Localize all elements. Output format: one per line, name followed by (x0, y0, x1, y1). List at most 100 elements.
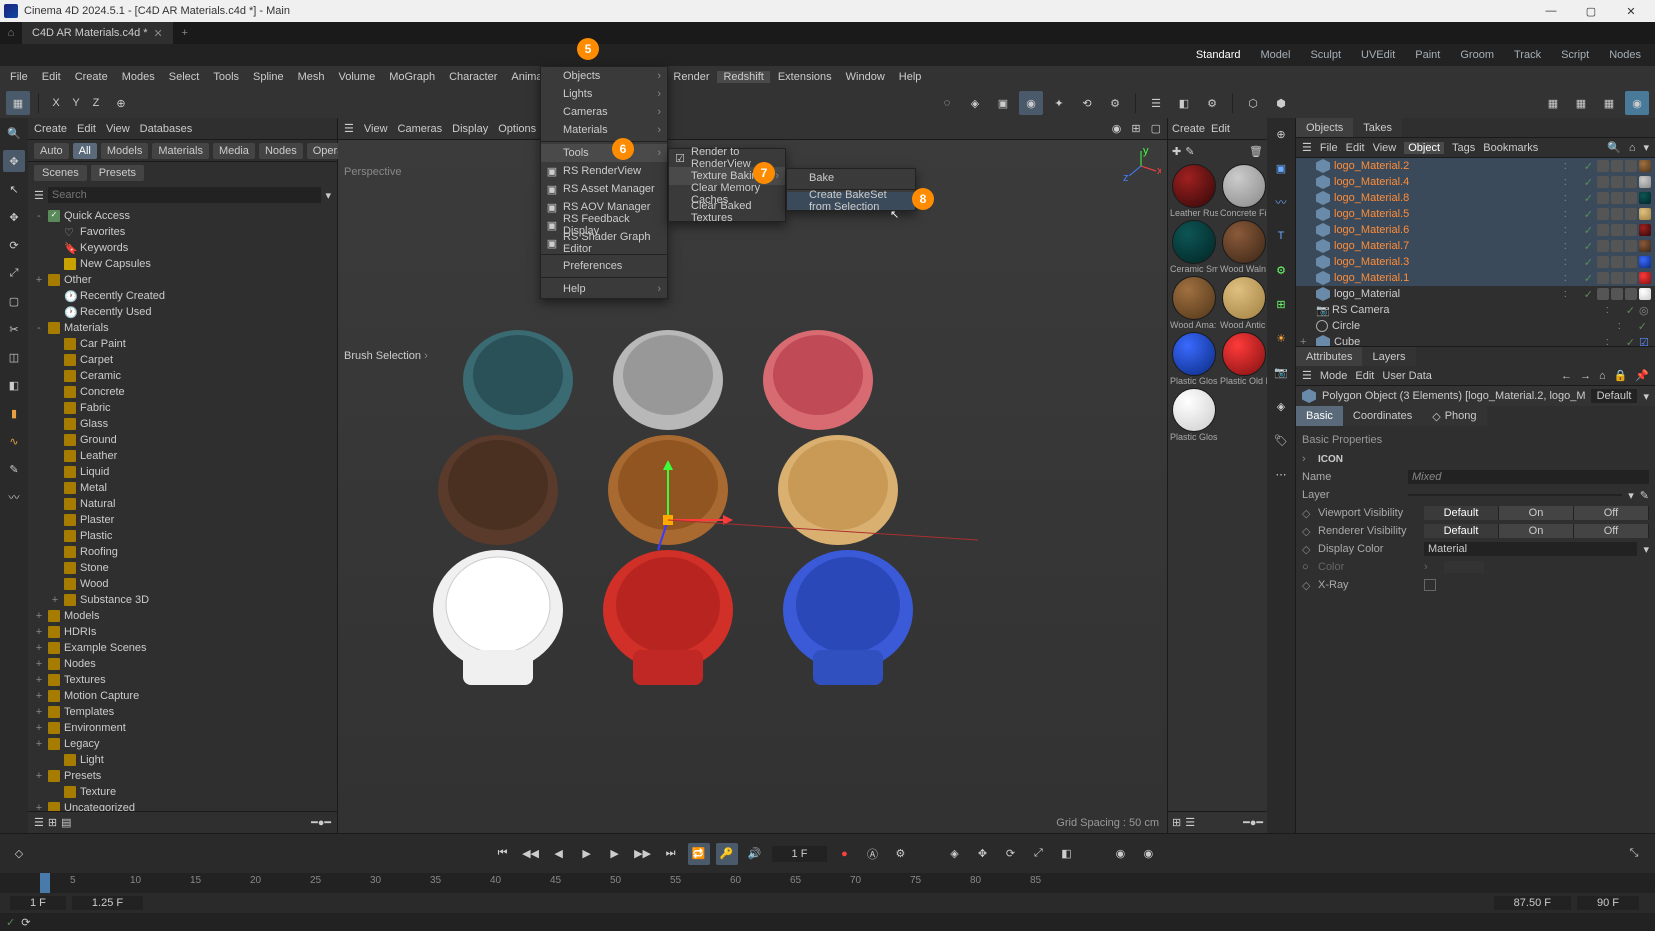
render-icon-2[interactable]: ▦ (1569, 91, 1593, 115)
menu-render[interactable]: Render (667, 71, 715, 83)
mat-del-icon[interactable]: 🗑 (1249, 145, 1263, 158)
end-frame-1[interactable]: 87.50 F (1494, 896, 1571, 910)
view-grid-icon[interactable]: ⊞ (48, 816, 57, 829)
redshift-dropdown[interactable]: Objects› Lights› Cameras› Materials› Too… (540, 66, 668, 299)
enable-check-icon[interactable]: ✓ (1584, 256, 1593, 269)
brush-icon[interactable]: ✎ (3, 458, 25, 480)
visibility-dots[interactable]: : (1564, 176, 1580, 188)
material-swatch[interactable]: Wood Ama: (1170, 276, 1218, 330)
om-search-icon[interactable]: 🔍 (1607, 141, 1621, 154)
enable-check-icon[interactable]: ✓ (1584, 160, 1593, 173)
om-menu-view[interactable]: View (1373, 142, 1397, 154)
texture-baking-submenu[interactable]: Bake Create BakeSet from Selection (786, 168, 916, 211)
expand-icon[interactable]: - (34, 210, 44, 222)
attr-color-swatch[interactable] (1444, 561, 1484, 573)
tag-icon[interactable] (1611, 224, 1623, 236)
bevel-icon[interactable]: ◧ (3, 374, 25, 396)
tag-icon[interactable] (1611, 272, 1623, 284)
object-row[interactable]: +Cube:✓☑ (1296, 334, 1655, 346)
filter1-icon[interactable]: ◈ (943, 843, 965, 865)
text-icon[interactable]: T (1269, 224, 1293, 248)
camera-target-icon[interactable]: ◎ (1639, 304, 1651, 316)
attr-menu-mode[interactable]: Mode (1320, 370, 1348, 382)
visibility-dots[interactable]: : (1564, 224, 1580, 236)
object-tags[interactable] (1597, 224, 1651, 236)
minimize-button[interactable]: — (1531, 0, 1571, 22)
asset-node-plaster[interactable]: Plaster (28, 512, 337, 528)
expand-icon[interactable]: ⤡ (1623, 843, 1645, 865)
filter-models[interactable]: Models (101, 143, 148, 159)
attr-dropdown-icon[interactable]: ▾ (1643, 390, 1649, 403)
object-tags[interactable]: ☑ (1639, 336, 1651, 346)
menu-tools[interactable]: Tools (207, 71, 245, 83)
filter4-icon[interactable]: ⤢ (1027, 843, 1049, 865)
field-icon[interactable]: ◈ (1269, 394, 1293, 418)
asset-tree[interactable]: -✓Quick Access♡Favorites🔖KeywordsNew Cap… (28, 206, 337, 811)
asset-node-car-paint[interactable]: Car Paint (28, 336, 337, 352)
tag-icon[interactable] (1597, 192, 1609, 204)
home-button[interactable]: ⌂ (0, 22, 22, 44)
expand-icon[interactable]: + (34, 642, 44, 654)
attr-pin-icon[interactable]: 📌 (1635, 369, 1649, 382)
visibility-dots[interactable]: : (1564, 160, 1580, 172)
object-row[interactable]: logo_Material.7:✓ (1296, 238, 1655, 254)
attr-menu-edit[interactable]: Edit (1355, 370, 1374, 382)
viewport-canvas[interactable]: Perspective Brush Selection › (338, 140, 1167, 833)
camera-icon[interactable]: 📷 (1269, 360, 1293, 384)
enable-check-icon[interactable]: ✓ (1626, 304, 1635, 317)
material-tag-icon[interactable] (1639, 192, 1651, 204)
curve-icon[interactable]: 〰 (3, 486, 25, 508)
keyframe-icon[interactable]: ◇ (10, 845, 28, 863)
filter3-icon[interactable]: ⟳ (999, 843, 1021, 865)
tool-icon-1[interactable]: ◌ (935, 91, 959, 115)
object-tags[interactable] (1597, 192, 1651, 204)
document-tab[interactable]: C4D AR Materials.c4d * ✕ (22, 22, 174, 44)
mat-view-icon2[interactable]: ☰ (1185, 816, 1195, 829)
tool-icon-9[interactable]: ◧ (1172, 91, 1196, 115)
attr-vv-seg[interactable]: DefaultOnOff (1424, 506, 1649, 520)
record-icon[interactable]: ● (833, 843, 855, 865)
asset-node-recently-created[interactable]: 🕐Recently Created (28, 288, 337, 304)
visibility-dots[interactable]: : (1564, 192, 1580, 204)
object-row[interactable]: logo_Material.8:✓ (1296, 190, 1655, 206)
tag-icon[interactable] (1625, 224, 1637, 236)
select-tool-icon[interactable]: ↖ (3, 178, 25, 200)
filter5-icon[interactable]: ◧ (1055, 843, 1077, 865)
cursor-tool-icon[interactable]: ▦ (6, 91, 30, 115)
material-grid[interactable]: Leather RusConcrete FiCeramic SmWood Wal… (1168, 162, 1267, 444)
tab-attributes[interactable]: Attributes (1296, 347, 1362, 366)
tag-icon[interactable] (1625, 240, 1637, 252)
material-tag-icon[interactable] (1639, 240, 1651, 252)
enable-check-icon[interactable]: ✓ (1584, 240, 1593, 253)
asset-node-texture[interactable]: Texture (28, 784, 337, 800)
asset-node-presets[interactable]: +Presets (28, 768, 337, 784)
menu-modes[interactable]: Modes (116, 71, 161, 83)
enable-check-icon[interactable]: ✓ (1584, 272, 1593, 285)
attr-name-value[interactable]: Mixed (1408, 470, 1649, 484)
attr-menu-icon[interactable]: ☰ (1302, 369, 1312, 382)
asset-node-light[interactable]: Light (28, 752, 337, 768)
tab-objects[interactable]: Objects (1296, 118, 1353, 137)
om-menu-icon[interactable]: ☰ (1302, 141, 1312, 154)
chip-presets[interactable]: Presets (91, 165, 144, 181)
expand-icon[interactable]: + (34, 274, 44, 286)
asset-menu-edit[interactable]: Edit (77, 123, 96, 135)
attr-layer-edit-icon[interactable]: ✎ (1640, 489, 1649, 502)
object-tags[interactable]: ◎ (1639, 304, 1651, 316)
object-list[interactable]: logo_Material.2:✓logo_Material.4:✓logo_M… (1296, 158, 1655, 346)
axis-x[interactable]: X (47, 97, 65, 109)
vp-menu-cameras[interactable]: Cameras (398, 123, 443, 135)
prev-frame-icon[interactable]: ◀ (548, 843, 570, 865)
range-frame[interactable]: 1.25 F (72, 896, 143, 910)
vp-menu-view[interactable]: View (364, 123, 388, 135)
cube-tag-icon[interactable]: ☑ (1639, 336, 1651, 346)
om-menu-file[interactable]: File (1320, 142, 1338, 154)
menu-create[interactable]: Create (69, 71, 114, 83)
asset-node-metal[interactable]: Metal (28, 480, 337, 496)
expand-icon[interactable]: + (34, 610, 44, 622)
enable-check-icon[interactable]: ✓ (1638, 320, 1647, 333)
object-row[interactable]: logo_Material.5:✓ (1296, 206, 1655, 222)
visibility-dots[interactable]: : (1564, 288, 1580, 300)
vp-menu-options[interactable]: Options (498, 123, 536, 135)
light-icon[interactable]: ☀ (1269, 326, 1293, 350)
